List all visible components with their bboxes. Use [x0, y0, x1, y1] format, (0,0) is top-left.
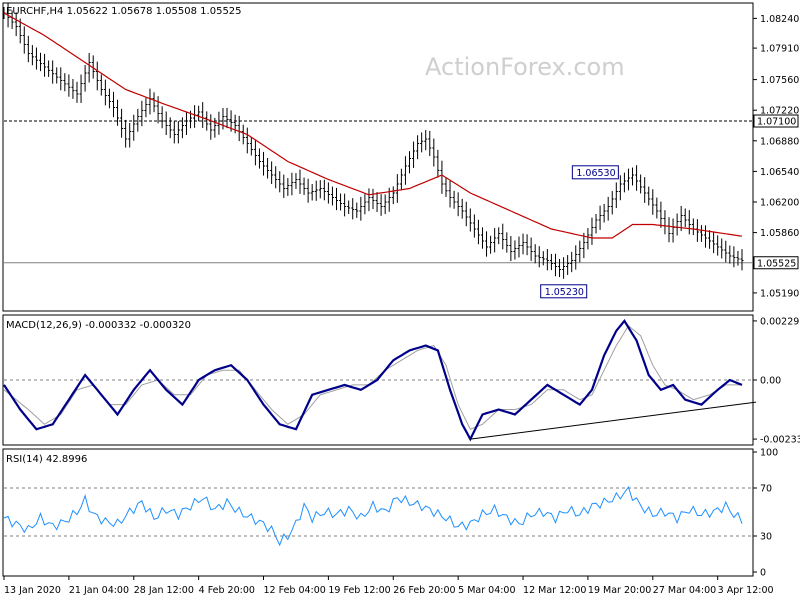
price-axis-label: 1.06540: [760, 167, 799, 178]
x-axis-label: 13 Jan 2020: [4, 585, 61, 596]
annotation-label: 1.05230: [545, 287, 584, 298]
price-axis-label: 1.08240: [760, 14, 799, 25]
x-axis-label: 4 Feb 20:00: [199, 585, 255, 596]
rsi-axis-label: 30: [760, 532, 772, 543]
rsi-axis-label: 0: [760, 568, 766, 579]
level-label: 1.07100: [757, 117, 796, 128]
macd-pane-title: MACD(12,26,9) -0.000332 -0.000320: [6, 320, 191, 331]
x-axis-label: 3 Apr 12:00: [718, 585, 774, 596]
rsi-axis-label: 70: [760, 484, 772, 495]
macd-axis-label: -0.002336: [760, 435, 800, 446]
x-axis-label: 5 Mar 04:00: [458, 585, 515, 596]
price-axis-label: 1.06200: [760, 198, 799, 209]
x-axis-label: 21 Jan 04:00: [69, 585, 129, 596]
price-axis-label: 1.05190: [760, 288, 799, 299]
price-axis-label: 1.06880: [760, 136, 799, 147]
x-axis-label: 12 Feb 04:00: [264, 585, 326, 596]
price-axis-label: 1.07910: [760, 44, 799, 55]
rsi-axis-label: 100: [760, 448, 778, 459]
watermark: ActionForex.com: [425, 53, 625, 81]
annotation-label: 1.06530: [576, 168, 615, 179]
price-axis-label: 1.07560: [760, 75, 799, 86]
chart-canvas: ActionForex.com EURCHF,H4 1.05622 1.0567…: [0, 0, 800, 600]
x-axis-label: 19 Mar 20:00: [588, 585, 651, 596]
background: [0, 0, 800, 600]
x-axis-label: 26 Feb 20:00: [393, 585, 455, 596]
x-axis-label: 28 Jan 12:00: [134, 585, 194, 596]
macd-axis-label: 0.002297: [760, 316, 800, 327]
rsi-pane-title: RSI(14) 42.8996: [6, 454, 87, 465]
x-axis-label: 19 Feb 12:00: [328, 585, 390, 596]
macd-axis-label: 0.00: [760, 376, 781, 387]
x-axis-label: 27 Mar 04:00: [653, 585, 716, 596]
price-axis-label: 1.05860: [760, 228, 799, 239]
price-pane-title: EURCHF,H4 1.05622 1.05678 1.05508 1.0552…: [6, 6, 242, 17]
x-axis-label: 12 Mar 12:00: [523, 585, 586, 596]
level-label: 1.05525: [757, 258, 796, 269]
